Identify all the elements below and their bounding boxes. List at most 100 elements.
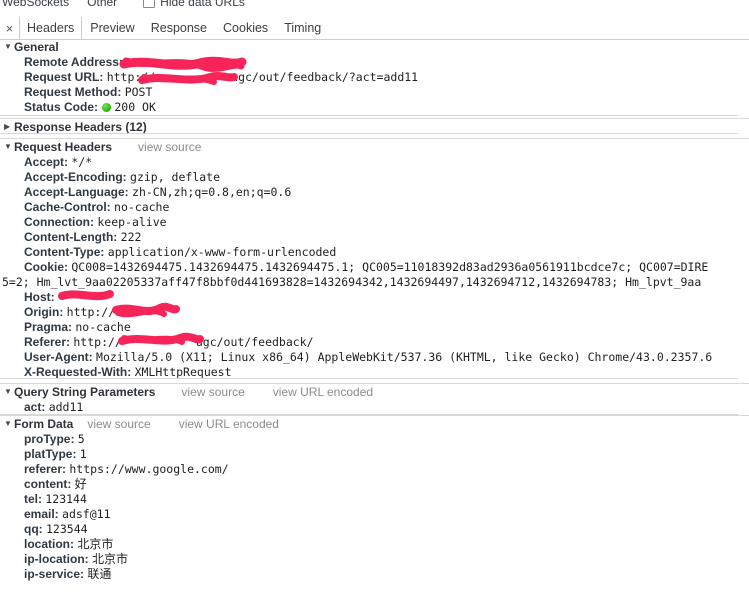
row-form-referer: referer: https://www.google.com/: [0, 462, 749, 477]
divider-query-string: [0, 378, 738, 379]
row-plattype: platType: 1: [0, 447, 749, 462]
key-connection: Connection:: [24, 215, 94, 229]
view-source-link-query-string[interactable]: view source: [181, 385, 244, 399]
key-referer: Referer:: [24, 335, 71, 349]
triangle-down-icon: ▼: [4, 42, 12, 51]
value-cookie-line1: QC008=1432694475.1432694475.1432694475.1…: [71, 260, 709, 274]
key-accept-language: Accept-Language:: [24, 185, 129, 199]
divider-form-data: [0, 414, 738, 415]
row-content: content: 好: [0, 477, 749, 492]
key-host: Host:: [24, 290, 55, 304]
checkbox-box-icon: [143, 0, 156, 8]
value-email: adsf@11: [62, 507, 111, 521]
row-request-method: Request Method: POST: [0, 85, 749, 100]
value-content-length: 222: [120, 230, 142, 244]
section-header-general[interactable]: ▼ General: [0, 39, 749, 55]
value-user-agent: Mozilla/5.0 (X11; Linux x86_64) AppleWeb…: [96, 350, 713, 364]
value-request-method: POST: [124, 85, 153, 99]
row-cookie-continued: 5=2; Hm_lvt_9aa02205337aff47f8bbf0d44169…: [0, 275, 749, 290]
hide-data-urls-label: Hide data URLs: [160, 0, 245, 9]
row-accept: Accept: */*: [0, 155, 749, 170]
key-ip-service: ip-service:: [24, 567, 85, 581]
tab-response[interactable]: Response: [143, 17, 215, 39]
section-title-response-headers: Response Headers (12): [14, 120, 147, 134]
section-title-general: General: [14, 40, 59, 54]
view-source-link-form-data[interactable]: view source: [87, 417, 150, 431]
row-connection: Connection: keep-alive: [0, 215, 749, 230]
key-accept-encoding: Accept-Encoding:: [24, 170, 127, 184]
hide-data-urls-checkbox[interactable]: Hide data URLs: [143, 0, 245, 9]
key-email: email:: [24, 507, 59, 521]
triangle-right-icon: ▶: [4, 122, 11, 131]
key-tel: tel:: [24, 492, 42, 506]
devtools-network-request-detail-panel: WebSockets Other Hide data URLs × Header…: [0, 0, 749, 609]
row-accept-encoding: Accept-Encoding: gzip, deflate: [0, 170, 749, 185]
section-header-query-string-parameters[interactable]: ▼ Query String Parameters view source vi…: [0, 383, 749, 400]
row-ip-location: ip-location: 北京市: [0, 552, 749, 567]
value-content-type: application/x-www-form-urlencoded: [107, 245, 337, 259]
status-ok-dot-icon: [102, 103, 112, 112]
value-accept-language: zh-CN,zh;q=0.8,en;q=0.6: [132, 185, 292, 199]
tab-preview[interactable]: Preview: [82, 17, 142, 39]
view-source-link-request-headers[interactable]: view source: [138, 140, 201, 154]
key-act: act:: [24, 400, 46, 414]
divider-request-headers: [0, 133, 738, 134]
section-title-form-data: Form Data: [14, 417, 74, 431]
key-content-length: Content-Length:: [24, 230, 118, 244]
row-referer: Referer: http:// ugc/out/feedback/: [0, 335, 749, 350]
row-remote-address: Remote Address:: [0, 55, 749, 70]
key-request-method: Request Method:: [24, 85, 122, 99]
value-location: 北京市: [77, 537, 114, 551]
tab-headers[interactable]: Headers: [19, 17, 83, 39]
key-plattype: platType:: [24, 447, 77, 461]
close-icon[interactable]: ×: [0, 17, 19, 39]
value-protype: 5: [77, 432, 85, 446]
row-content-length: Content-Length: 222: [0, 230, 749, 245]
key-request-url: Request URL:: [24, 70, 104, 84]
view-url-encoded-link-form-data[interactable]: view URL encoded: [179, 417, 279, 431]
network-filter-bar: WebSockets Other Hide data URLs: [0, 0, 749, 12]
value-cache-control: no-cache: [114, 200, 170, 214]
tab-cookies[interactable]: Cookies: [215, 17, 276, 39]
row-request-url: Request URL: http:// ugc/out/feedback/?ac…: [0, 70, 749, 85]
row-ip-service: ip-service: 联通: [0, 567, 749, 582]
row-content-type: Content-Type: application/x-www-form-url…: [0, 245, 749, 260]
key-status-code: Status Code:: [24, 100, 99, 114]
triangle-down-icon-request-headers: ▼: [4, 142, 12, 151]
section-header-form-data[interactable]: ▼ Form Data view source view URL encoded: [0, 415, 749, 432]
key-user-agent: User-Agent:: [24, 350, 93, 364]
key-x-requested-with: X-Requested-With:: [24, 365, 132, 379]
value-x-requested-with: XMLHttpRequest: [134, 365, 232, 379]
row-tel: tel: 123144: [0, 492, 749, 507]
key-content: content:: [24, 477, 72, 491]
value-pragma: no-cache: [75, 320, 131, 334]
key-content-type: Content-Type:: [24, 245, 105, 259]
row-location: location: 北京市: [0, 537, 749, 552]
section-title-request-headers: Request Headers: [14, 140, 113, 154]
headers-content: ▼ General Remote Address: Request URL: h…: [0, 39, 749, 582]
value-act: add11: [48, 400, 84, 414]
value-status-code: 200 OK: [114, 100, 156, 114]
filter-other[interactable]: Other: [87, 0, 117, 9]
value-referer-tail: ugc/out/feedback/: [195, 335, 314, 349]
row-cache-control: Cache-Control: no-cache: [0, 200, 749, 215]
row-act: act: add11: [0, 400, 749, 415]
row-pragma: Pragma: no-cache: [0, 320, 749, 335]
value-ip-location: 北京市: [92, 552, 129, 566]
tab-timing[interactable]: Timing: [276, 17, 329, 39]
value-qq: 123544: [46, 522, 88, 536]
value-origin: http://: [66, 305, 116, 319]
row-accept-language: Accept-Language: zh-CN,zh;q=0.8,en;q=0.6: [0, 185, 749, 200]
value-cookie-line2: 5=2; Hm_lvt_9aa02205337aff47f8bbf0d44169…: [2, 275, 702, 289]
section-header-request-headers[interactable]: ▼ Request Headers view source: [0, 138, 749, 155]
filter-websockets[interactable]: WebSockets: [2, 0, 69, 9]
view-url-encoded-link-query-string[interactable]: view URL encoded: [273, 385, 373, 399]
triangle-down-icon-form-data: ▼: [4, 419, 12, 428]
value-connection: keep-alive: [97, 215, 167, 229]
section-title-query-string: Query String Parameters: [14, 385, 156, 399]
row-protype: proType: 5: [0, 432, 749, 447]
value-referer-head: http://: [73, 335, 122, 349]
value-plattype: 1: [79, 447, 87, 461]
key-remote-address: Remote Address:: [24, 55, 123, 69]
key-cache-control: Cache-Control:: [24, 200, 111, 214]
